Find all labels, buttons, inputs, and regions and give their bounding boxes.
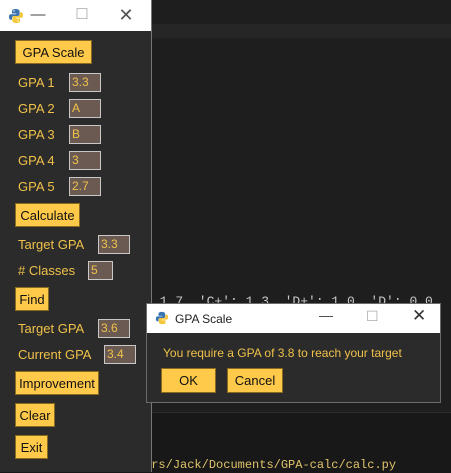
classes-label: # Classes [18, 263, 76, 278]
dialog-maximize-button[interactable]: ☐ [366, 308, 379, 325]
maximize-button[interactable]: ☐ [72, 6, 92, 24]
target-gpa-label: Target GPA [18, 237, 85, 252]
classes-input[interactable]: 5 [88, 261, 113, 280]
gpa-3-label: GPA 3 [18, 127, 55, 142]
clear-button[interactable]: Clear [15, 403, 55, 427]
gpa-1-label: GPA 1 [18, 75, 55, 90]
cancel-button[interactable]: Cancel [227, 368, 283, 393]
gpa-5-input[interactable]: 2.7 [69, 177, 101, 196]
find-button[interactable]: Find [15, 287, 49, 311]
ok-button[interactable]: OK [161, 368, 216, 393]
dialog-minimize-button[interactable]: — [319, 307, 333, 323]
calculate-button[interactable]: Calculate [15, 203, 80, 227]
dialog-message: You require a GPA of 3.8 to reach your t… [163, 346, 402, 360]
dialog-title: GPA Scale [175, 312, 233, 326]
gpa-4-input[interactable]: 3 [69, 151, 101, 170]
gpa-2-input[interactable]: A [69, 99, 101, 118]
gpa-scale-dialog: GPA Scale — ☐ ✕ You require a GPA of 3.8… [146, 303, 441, 403]
gpa-calculator-window: — ☐ ✕ GPA Scale GPA 1 3.3 GPA 2 A GPA 3 … [0, 0, 152, 472]
current-gpa-input[interactable]: 3.4 [104, 345, 136, 364]
python-logo-icon [155, 311, 169, 325]
gpa-3-input[interactable]: B [69, 125, 101, 144]
target-gpa-input[interactable]: 3.3 [98, 235, 130, 254]
exit-button[interactable]: Exit [15, 435, 48, 459]
minimize-button[interactable]: — [28, 6, 48, 24]
dialog-close-button[interactable]: ✕ [412, 306, 426, 326]
python-logo-icon [9, 9, 23, 23]
gpa-1-input[interactable]: 3.3 [69, 73, 101, 92]
improvement-button[interactable]: Improvement [15, 371, 99, 395]
target-gpa-2-label: Target GPA [18, 321, 85, 336]
close-button[interactable]: ✕ [116, 6, 136, 24]
target-gpa-2-input[interactable]: 3.6 [98, 319, 130, 338]
window-titlebar: — ☐ ✕ [0, 0, 151, 31]
gpa-4-label: GPA 4 [18, 153, 55, 168]
dialog-titlebar: GPA Scale — ☐ ✕ [147, 304, 440, 333]
gpa-scale-button[interactable]: GPA Scale [15, 40, 92, 64]
gpa-5-label: GPA 5 [18, 179, 55, 194]
current-gpa-label: Current GPA [18, 347, 92, 362]
gpa-2-label: GPA 2 [18, 101, 55, 116]
